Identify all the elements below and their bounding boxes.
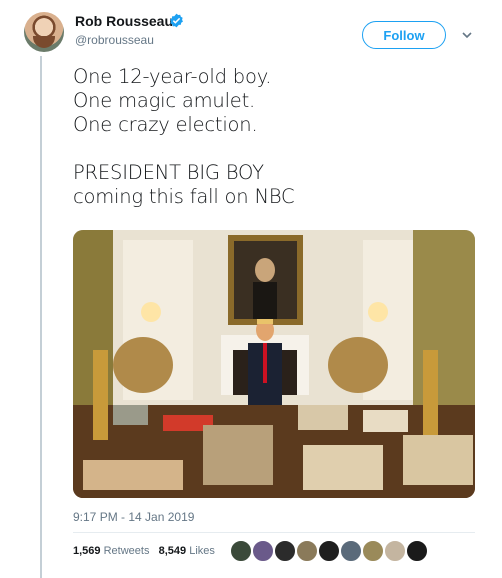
chevron-down-icon[interactable]	[460, 28, 474, 42]
liker-avatar[interactable]	[406, 540, 428, 562]
likes-label[interactable]: Likes	[189, 545, 215, 557]
tweet-text: One 12-year-old boy. One magic amulet. O…	[73, 65, 473, 209]
likes-count[interactable]: 8,549	[159, 545, 187, 557]
tweet-line: One 12-year-old boy.	[73, 65, 272, 88]
verified-badge-icon	[170, 13, 183, 28]
author-name[interactable]: Rob Rousseau	[75, 13, 173, 29]
author-avatar[interactable]	[24, 12, 64, 52]
tweet-line: coming this fall on NBC	[73, 185, 295, 208]
liker-avatar[interactable]	[252, 540, 274, 562]
retweets-label[interactable]: Retweets	[104, 545, 150, 557]
engagement-stats: 1,569 Retweets 8,549 Likes	[73, 545, 215, 557]
liker-avatars	[230, 540, 428, 562]
liker-avatar[interactable]	[318, 540, 340, 562]
liker-avatar[interactable]	[230, 540, 252, 562]
tweet-photo[interactable]	[73, 230, 475, 498]
author-handle[interactable]: @robrousseau	[75, 33, 154, 47]
tweet-timestamp[interactable]: 9:17 PM - 14 Jan 2019	[73, 510, 194, 524]
tweet-line: One crazy election.	[73, 113, 258, 136]
retweets-count[interactable]: 1,569	[73, 545, 101, 557]
stats-divider	[73, 532, 475, 533]
follow-button[interactable]: Follow	[362, 21, 446, 49]
thread-rule	[40, 56, 42, 578]
tweet-line: One magic amulet.	[73, 89, 256, 112]
liker-avatar[interactable]	[340, 540, 362, 562]
tweet-line: PRESIDENT BIG BOY	[73, 161, 264, 184]
liker-avatar[interactable]	[274, 540, 296, 562]
liker-avatar[interactable]	[384, 540, 406, 562]
liker-avatar[interactable]	[362, 540, 384, 562]
liker-avatar[interactable]	[296, 540, 318, 562]
